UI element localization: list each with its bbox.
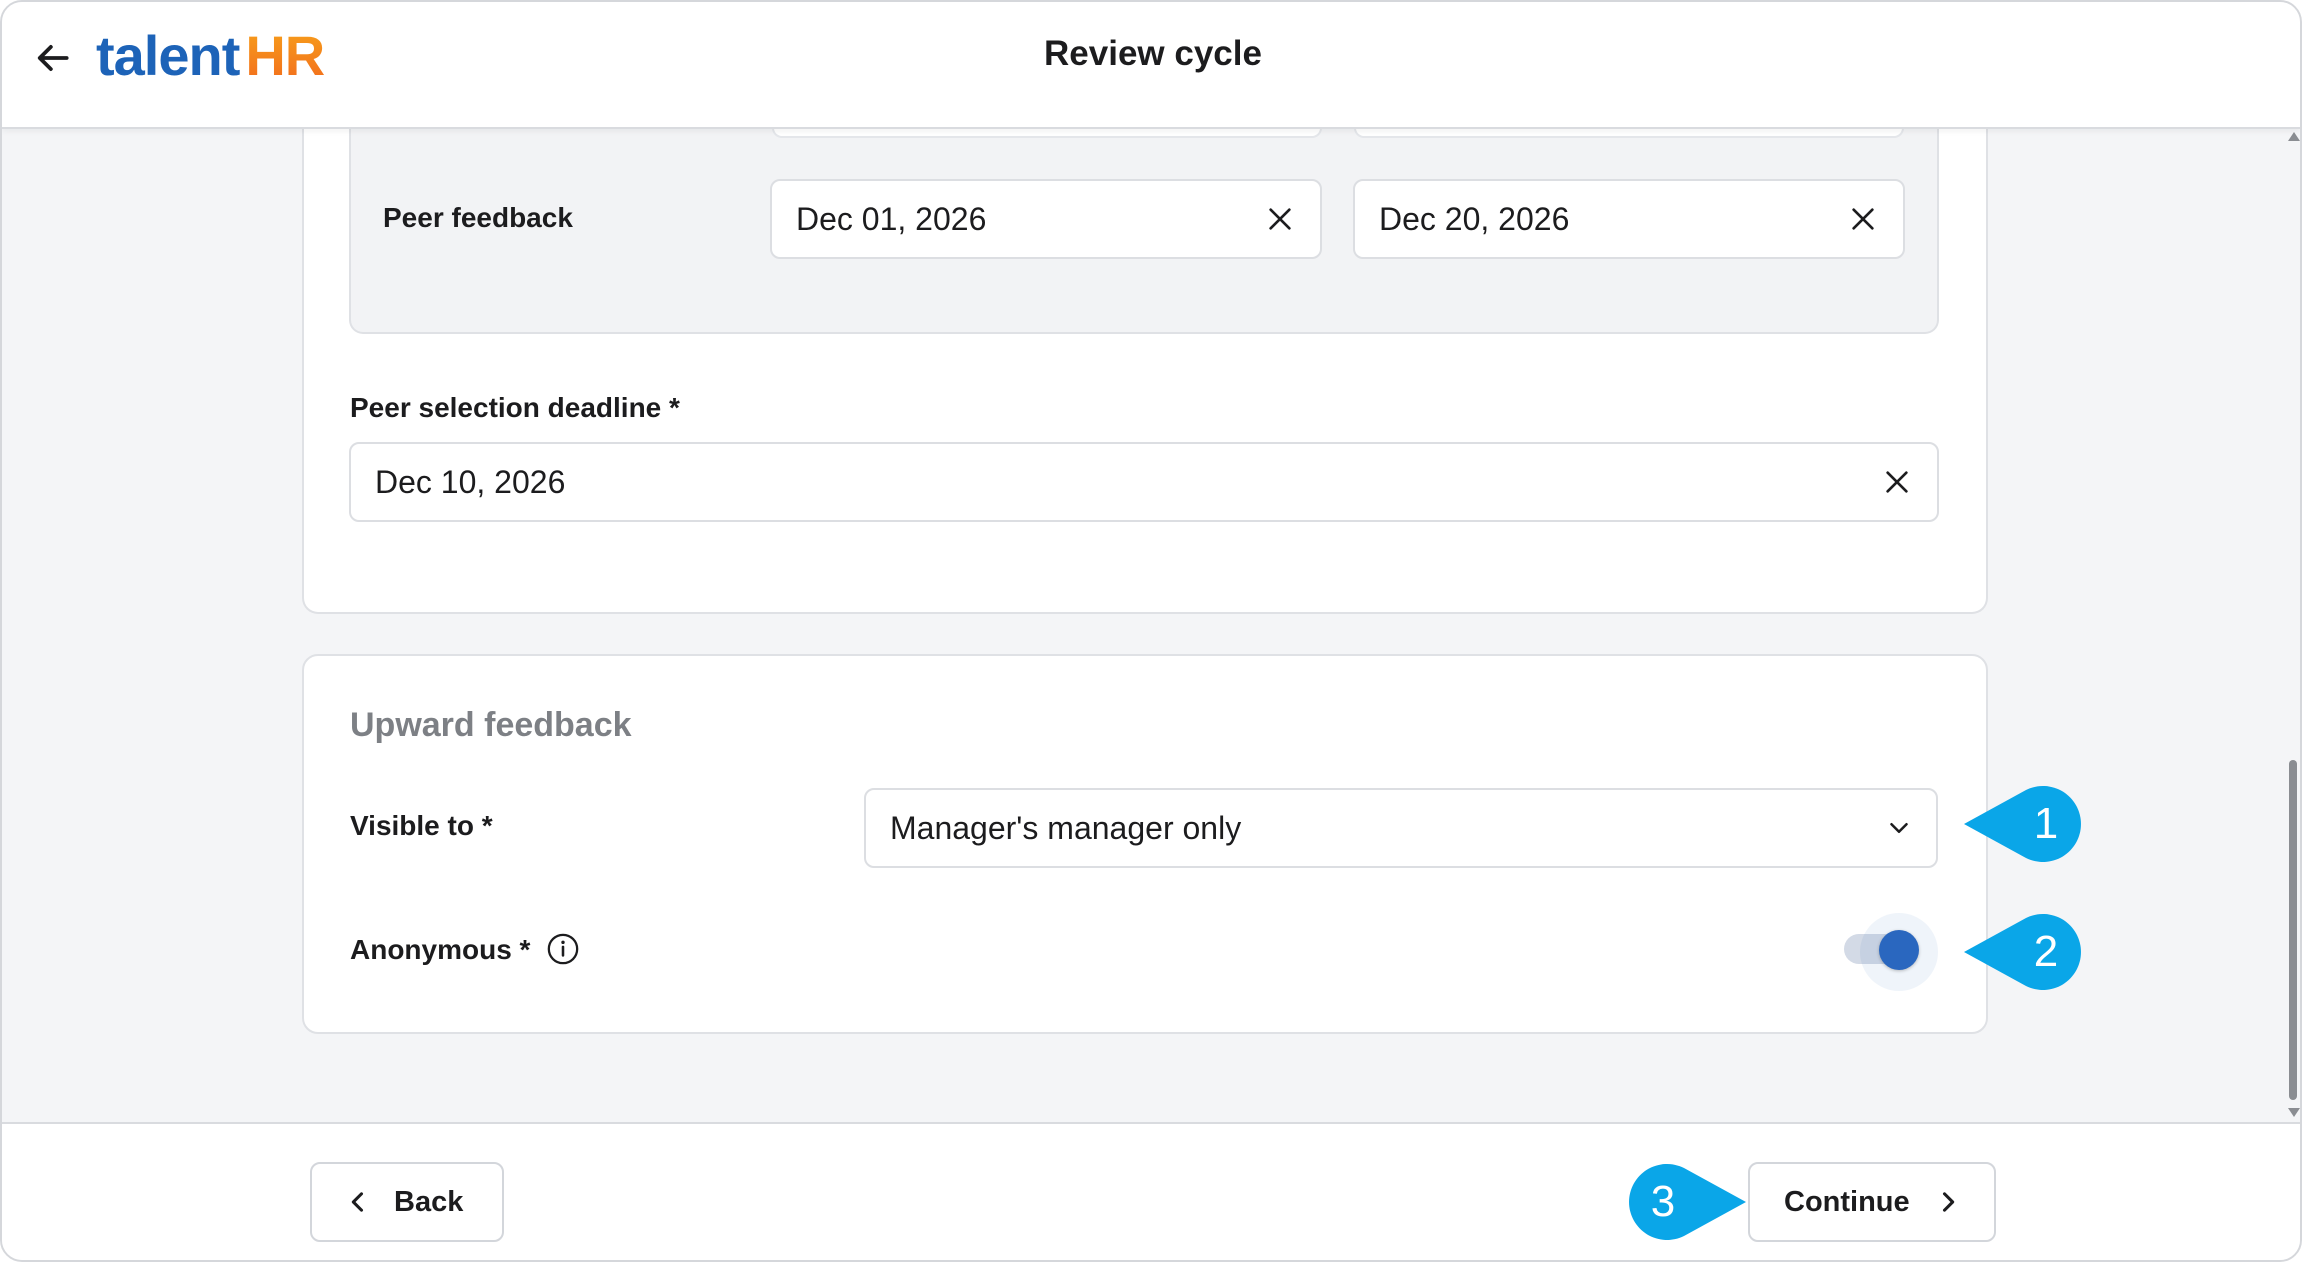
chevron-down-icon [1890, 823, 1908, 833]
continue-button[interactable]: Continue [1748, 1162, 1996, 1242]
peer-feedback-label: Peer feedback [383, 202, 573, 233]
chevron-right-icon [1942, 1192, 1954, 1212]
info-icon[interactable] [546, 932, 580, 966]
anonymous-label: Anonymous * [350, 934, 531, 965]
app-window: talent HR Review cycle Peer feedback Dec … [0, 0, 2302, 1262]
date-value: Dec 10, 2026 [375, 463, 566, 500]
back-button-label: Back [394, 1185, 464, 1218]
close-icon[interactable] [1881, 466, 1913, 498]
scroll-up-icon[interactable] [2288, 132, 2300, 141]
back-button[interactable]: Back [310, 1162, 504, 1242]
date-value: Dec 20, 2026 [1379, 200, 1570, 237]
peer-feedback-start-date[interactable]: Dec 01, 2026 [770, 179, 1322, 259]
upward-feedback-title: Upward feedback [350, 706, 632, 744]
visible-to-select[interactable]: Manager's manager only [864, 788, 1938, 868]
callout-1: 1 [1964, 785, 2086, 863]
close-icon[interactable] [1264, 203, 1296, 235]
close-icon[interactable] [1847, 203, 1879, 235]
callout-3: 3 [1624, 1163, 1746, 1241]
scroll-down-icon[interactable] [2288, 1108, 2300, 1117]
peer-selection-deadline-label: Peer selection deadline * [350, 392, 680, 423]
peer-selection-deadline-field[interactable]: Dec 10, 2026 [349, 442, 1939, 522]
top-bar: talent HR Review cycle [2, 2, 2300, 129]
scrollbar-thumb[interactable] [2289, 760, 2297, 1100]
selected-value: Manager's manager only [890, 809, 1242, 846]
visible-to-label: Visible to * [350, 810, 493, 841]
continue-button-label: Continue [1784, 1185, 1910, 1218]
chevron-left-icon [351, 1192, 364, 1212]
peer-feedback-end-date[interactable]: Dec 20, 2026 [1353, 179, 1905, 259]
date-value: Dec 01, 2026 [796, 200, 987, 237]
page-title: Review cycle [1044, 34, 1262, 73]
callout-2: 2 [1964, 913, 2086, 991]
toggle-knob[interactable] [1879, 930, 1919, 970]
